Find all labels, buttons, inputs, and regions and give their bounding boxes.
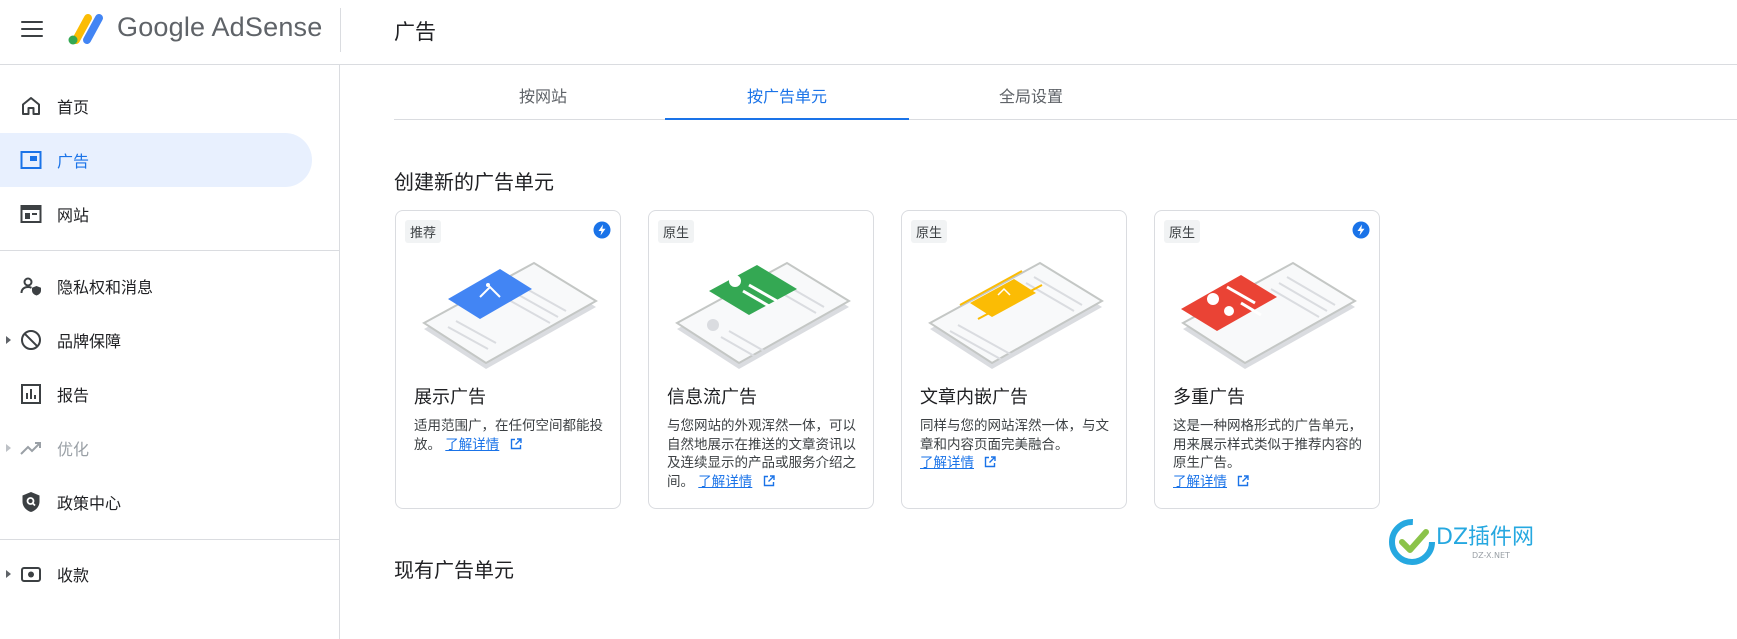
create-section-heading: 创建新的广告单元 (394, 170, 554, 194)
card-description: 适用范围广，在任何空间都能投放。 了解详情 (414, 417, 606, 454)
payments-icon (21, 567, 41, 582)
card-description-text: 同样与您的网站浑然一体，与文章和内容页面完美融合。 (920, 418, 1109, 453)
sidebar-item-label: 品牌保障 (57, 332, 122, 351)
native-chip: 原生 (1164, 220, 1201, 243)
sidebar-item-privacy[interactable]: 隐私权和消息 (0, 259, 312, 313)
sidebar-item-label: 广告 (57, 152, 90, 171)
external-link-icon[interactable] (984, 456, 996, 468)
multiplex-ad-illustration (1181, 261, 1357, 369)
svg-text:DZ插件网: DZ插件网 (1436, 525, 1534, 550)
sidebar-item-policy-center[interactable]: 政策中心 (0, 475, 312, 529)
home-icon (22, 97, 40, 115)
block-icon (21, 330, 41, 350)
menu-icon[interactable] (21, 21, 43, 37)
bolt-icon (593, 221, 611, 239)
card-title: 展示广告 (414, 387, 486, 408)
reports-icon (21, 384, 41, 404)
sidebar-item-label: 网站 (57, 206, 90, 225)
card-description-text: 适用范围广，在任何空间都能投放。 (414, 418, 603, 453)
in-feed-ad-card[interactable]: 原生 信息流广告 与您网站的外观浑然一体，可以自然地展示在推送的文章资讯以及连续… (648, 210, 874, 509)
existing-section-heading: 现有广告单元 (394, 558, 514, 582)
sidebar-divider (0, 539, 339, 540)
card-description: 这是一种网格形式的广告单元，用来展示样式类似于推荐内容的原生广告。 了解详情 (1173, 417, 1365, 491)
display-ad-illustration (422, 261, 598, 369)
sidebar-item-sites[interactable]: 网站 (0, 187, 312, 241)
card-description: 同样与您的网站浑然一体，与文章和内容页面完美融合。 了解详情 (920, 417, 1112, 473)
expand-caret-icon[interactable] (6, 444, 11, 452)
card-description-text: 与您网站的外观浑然一体，可以自然地展示在推送的文章资讯以及连续显示的产品或服务介… (667, 418, 856, 490)
card-description: 与您网站的外观浑然一体，可以自然地展示在推送的文章资讯以及连续显示的产品或服务介… (667, 417, 859, 491)
card-title: 文章内嵌广告 (920, 387, 1028, 408)
app-name[interactable]: Google AdSense (117, 12, 322, 43)
sidebar-item-home[interactable]: 首页 (0, 79, 312, 133)
multiplex-ad-card[interactable]: 原生 多重广告 这是一种网格形式的广告单元，用来展示样式类似于推荐内容的原生广告… (1154, 210, 1380, 509)
policy-icon (22, 492, 40, 512)
sidebar-item-label: 报告 (57, 386, 90, 405)
in-article-ad-illustration (928, 261, 1104, 369)
sidebar-item-label: 隐私权和消息 (57, 278, 154, 297)
learn-more-link[interactable]: 了解详情 (698, 474, 752, 490)
sidebar-item-label: 政策中心 (57, 494, 122, 513)
sites-icon (20, 205, 42, 223)
dz-watermark-logo: DZ插件网 DZ-X.NET (1389, 519, 1534, 565)
sidebar-item-optimize[interactable]: 优化 (0, 421, 312, 475)
native-chip: 原生 (911, 220, 948, 243)
sidebar-item-payments[interactable]: 收款 (0, 547, 312, 601)
external-link-icon[interactable] (510, 437, 522, 450)
tab-bar: 按网站 按广告单元 全局设置 (394, 65, 1737, 120)
in-feed-ad-illustration (675, 261, 851, 369)
top-app-bar: Google AdSense 广告 (0, 0, 1737, 65)
sidebar-item-brand-safety[interactable]: 品牌保障 (0, 313, 312, 367)
card-description-text: 这是一种网格形式的广告单元，用来展示样式类似于推荐内容的原生广告。 (1173, 418, 1362, 471)
sidebar-item-label: 首页 (57, 98, 90, 117)
expand-caret-icon[interactable] (6, 336, 11, 344)
card-title: 多重广告 (1173, 387, 1245, 408)
in-article-ad-card[interactable]: 原生 文章内嵌广告 同样与您的网站浑然一体，与文章和内容页面完美融合。 了解详情 (901, 210, 1127, 509)
privacy-icon (20, 277, 41, 296)
sidebar-divider (0, 250, 339, 251)
page-title: 广告 (394, 20, 436, 44)
sidebar: 首页 广告 网站 隐私权和消息 品牌保障 报告 优化 政策中心 收款 (0, 65, 340, 639)
sidebar-item-ads[interactable]: 广告 (0, 133, 312, 187)
sidebar-item-label: 收款 (57, 566, 90, 585)
bolt-icon (1352, 221, 1370, 239)
external-link-icon[interactable] (1237, 474, 1249, 487)
sidebar-item-reports[interactable]: 报告 (0, 367, 312, 421)
external-link-icon[interactable] (763, 474, 775, 487)
ads-icon (20, 151, 42, 169)
learn-more-link[interactable]: 了解详情 (445, 437, 499, 453)
adsense-logo-icon[interactable] (66, 12, 106, 46)
recommended-chip: 推荐 (405, 220, 442, 243)
learn-more-link[interactable]: 了解详情 (920, 455, 974, 471)
tab-by-ad-unit[interactable]: 按广告单元 (665, 65, 909, 120)
learn-more-link[interactable]: 了解详情 (1173, 474, 1227, 490)
expand-caret-icon[interactable] (6, 570, 11, 578)
trending-icon (20, 442, 41, 455)
svg-text:DZ-X.NET: DZ-X.NET (1472, 551, 1510, 560)
top-bar-divider (340, 8, 341, 52)
tab-by-site[interactable]: 按网站 (421, 65, 665, 120)
native-chip: 原生 (658, 220, 695, 243)
card-title: 信息流广告 (667, 387, 757, 408)
tab-global-settings[interactable]: 全局设置 (909, 65, 1153, 120)
display-ad-card[interactable]: 推荐 展示广告 适用范围广，在任何空间都能投放。 了解详情 (395, 210, 621, 509)
sidebar-item-label: 优化 (57, 440, 90, 459)
